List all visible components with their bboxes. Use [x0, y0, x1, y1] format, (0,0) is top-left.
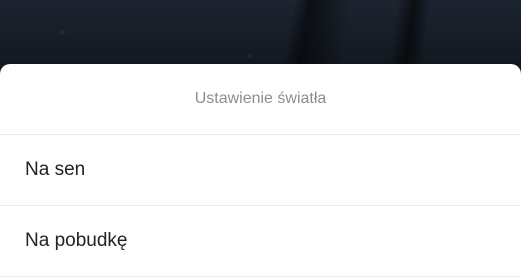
option-na-pobudke[interactable]: Na pobudkę [0, 206, 521, 277]
bottom-sheet: Ustawienie światła Na sen Na pobudkę [0, 64, 521, 277]
screen: Ustawienie światła Na sen Na pobudkę [0, 0, 521, 277]
sheet-title: Ustawienie światła [0, 64, 521, 135]
option-na-sen[interactable]: Na sen [0, 135, 521, 206]
